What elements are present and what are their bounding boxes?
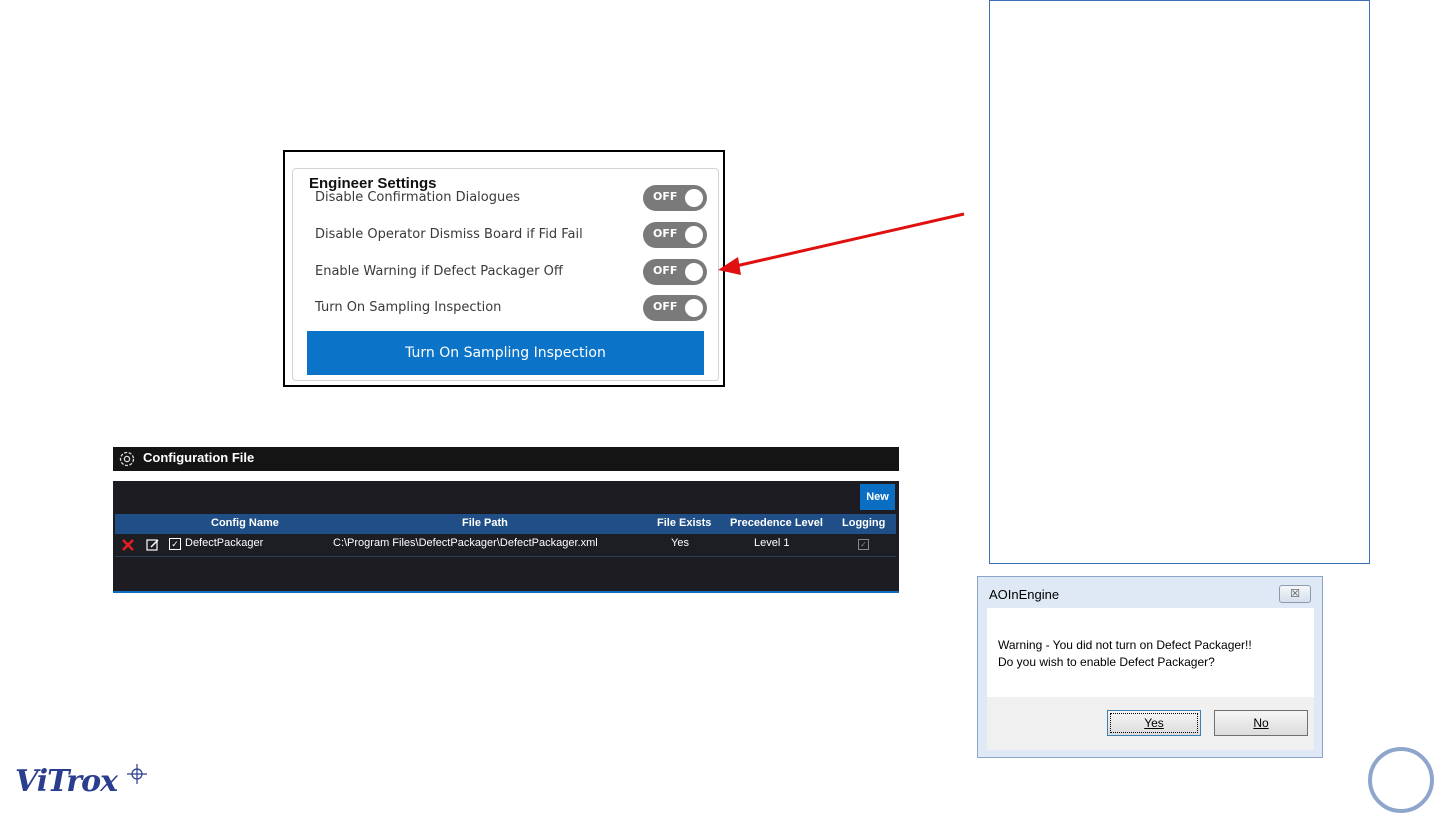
configuration-file-header: Configuration File — [113, 447, 899, 471]
toggle-state: OFF — [653, 300, 678, 313]
toggle-knob — [685, 226, 703, 244]
toggle-state: OFF — [653, 227, 678, 240]
toggle-knob — [685, 263, 703, 281]
logging-checkbox[interactable]: ✓ — [858, 539, 869, 550]
toggle-knob — [685, 189, 703, 207]
setting-label: Turn On Sampling Inspection — [315, 300, 502, 315]
turn-on-sampling-button[interactable]: Turn On Sampling Inspection — [307, 331, 704, 375]
toggle-enable-warning[interactable]: OFF — [643, 259, 707, 285]
warning-dialog: AOInEngine ☒ Warning - You did not turn … — [977, 576, 1323, 758]
configuration-file-title: Configuration File — [143, 450, 255, 465]
crosshair-icon — [127, 764, 147, 784]
column-header-precedence[interactable]: Precedence Level — [730, 517, 823, 529]
toggle-sampling-inspection[interactable]: OFF — [643, 295, 707, 321]
dialog-message-line-1: Warning - You did not turn on Defect Pac… — [998, 638, 1252, 652]
column-header-logging[interactable]: Logging — [842, 517, 885, 529]
dialog-message-line-2: Do you wish to enable Defect Packager? — [998, 655, 1215, 669]
setting-label: Enable Warning if Defect Packager Off — [315, 264, 563, 279]
column-header-config-name[interactable]: Config Name — [211, 517, 279, 529]
column-header-file-path[interactable]: File Path — [462, 517, 508, 529]
table-row[interactable]: ✓ DefectPackager C:\Program Files\Defect… — [115, 534, 896, 557]
new-config-button[interactable]: New — [860, 484, 895, 510]
annotation-frame — [989, 0, 1370, 564]
setting-label: Disable Confirmation Dialogues — [315, 190, 521, 205]
panel-bottom-border — [113, 591, 899, 593]
column-header-file-exists[interactable]: File Exists — [657, 517, 711, 529]
dialog-body: Warning - You did not turn on Defect Pac… — [987, 608, 1314, 697]
toggle-disable-confirmation[interactable]: OFF — [643, 185, 707, 211]
decorative-circle — [1368, 747, 1434, 813]
toggle-knob — [685, 299, 703, 317]
setting-label: Disable Operator Dismiss Board if Fid Fa… — [315, 227, 583, 242]
dialog-footer: Yes No — [987, 697, 1314, 750]
dialog-message: Warning - You did not turn on Defect Pac… — [998, 637, 1252, 671]
enabled-checkbox[interactable]: ✓ — [169, 538, 181, 550]
toggle-state: OFF — [653, 264, 678, 277]
toggle-state: OFF — [653, 190, 678, 203]
file-path-cell: C:\Program Files\DefectPackager\DefectPa… — [333, 537, 598, 549]
configuration-file-panel: New Config Name File Path File Exists Pr… — [113, 481, 899, 593]
yes-button[interactable]: Yes — [1107, 710, 1201, 736]
setting-row-sampling: Turn On Sampling Inspection OFF — [315, 295, 707, 323]
vitrox-logo: ViTrox — [15, 764, 118, 799]
dialog-title: AOInEngine — [989, 587, 1060, 602]
setting-row-disable-confirmation: Disable Confirmation Dialogues OFF — [315, 185, 707, 213]
delete-icon[interactable] — [121, 538, 135, 552]
file-exists-cell: Yes — [671, 537, 689, 549]
engineer-settings-panel: Engineer Settings Disable Confirmation D… — [283, 150, 725, 387]
no-button[interactable]: No — [1214, 710, 1308, 736]
toggle-disable-dismiss[interactable]: OFF — [643, 222, 707, 248]
setting-row-enable-warning: Enable Warning if Defect Packager Off OF… — [315, 259, 707, 287]
close-icon[interactable]: ☒ — [1279, 585, 1311, 603]
edit-icon[interactable] — [146, 538, 160, 552]
config-name-cell: DefectPackager — [185, 537, 264, 549]
precedence-cell: Level 1 — [754, 537, 790, 549]
config-table-header: Config Name File Path File Exists Preced… — [115, 514, 896, 534]
gear-icon — [119, 451, 135, 467]
setting-row-disable-dismiss: Disable Operator Dismiss Board if Fid Fa… — [315, 222, 707, 250]
